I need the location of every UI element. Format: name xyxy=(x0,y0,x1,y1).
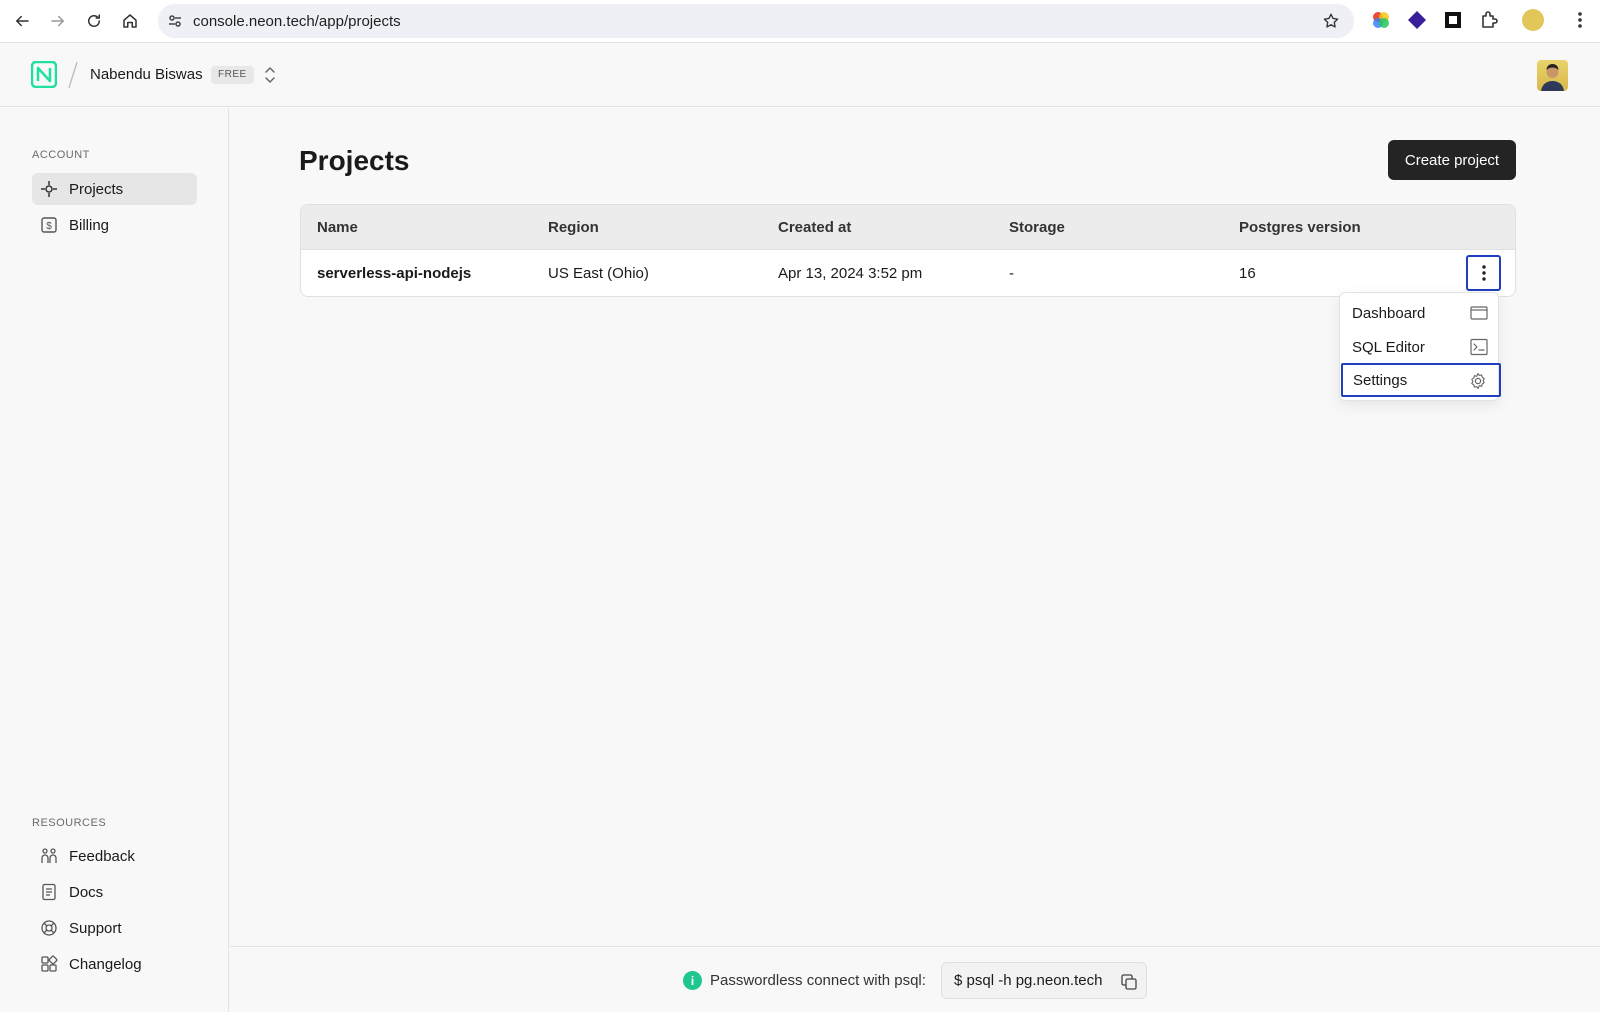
site-settings-icon[interactable] xyxy=(167,13,183,29)
user-avatar[interactable] xyxy=(1537,60,1568,91)
project-storage: - xyxy=(1009,265,1014,282)
account-section-label: ACCOUNT xyxy=(32,149,90,161)
docs-icon xyxy=(40,883,58,901)
sidebar-item-projects[interactable]: Projects xyxy=(32,173,197,205)
bookmark-star-icon[interactable] xyxy=(1322,12,1340,30)
browser-toolbar: console.neon.tech/app/projects xyxy=(0,0,1600,43)
plan-badge: FREE xyxy=(211,66,254,84)
breadcrumb-divider xyxy=(68,61,78,89)
project-postgres-version: 16 xyxy=(1239,265,1256,282)
row-actions-button[interactable] xyxy=(1466,255,1501,291)
reload-icon xyxy=(88,14,100,27)
org-switcher-chevron-icon[interactable] xyxy=(263,65,277,85)
menu-item-label: SQL Editor xyxy=(1352,338,1425,356)
dashboard-icon xyxy=(1470,306,1488,320)
psql-command-box[interactable]: $ psql -h pg.neon.tech xyxy=(941,962,1147,999)
menu-item-dashboard[interactable]: Dashboard xyxy=(1340,296,1500,330)
arrow-left-icon xyxy=(16,15,29,27)
feedback-icon xyxy=(40,847,58,865)
column-header-name[interactable]: Name xyxy=(317,219,358,236)
column-header-storage[interactable]: Storage xyxy=(1009,219,1065,236)
projects-table: Name Region Created at Storage Postgres … xyxy=(300,204,1516,297)
column-header-region[interactable]: Region xyxy=(548,219,599,236)
frame-extension-icon[interactable] xyxy=(1443,10,1463,30)
billing-icon: $ xyxy=(40,216,58,234)
psql-command[interactable]: $ psql -h pg.neon.tech xyxy=(954,972,1102,989)
diamond-extension-icon[interactable] xyxy=(1407,10,1427,30)
extensions-puzzle-icon[interactable] xyxy=(1479,10,1499,30)
footer-connect-text: Passwordless connect with psql: xyxy=(710,972,926,989)
reload-button[interactable] xyxy=(82,9,106,33)
project-region: US East (Ohio) xyxy=(548,265,649,282)
project-name[interactable]: serverless-api-nodejs xyxy=(317,265,471,282)
forward-button[interactable] xyxy=(46,9,70,33)
resources-section-label: RESOURCES xyxy=(32,817,107,829)
sidebar-item-label: Docs xyxy=(69,883,104,901)
copy-icon[interactable] xyxy=(1120,973,1138,991)
app-header: Nabendu Biswas FREE xyxy=(0,43,1600,107)
url-text[interactable]: console.neon.tech/app/projects xyxy=(193,13,401,30)
column-header-postgres-version[interactable]: Postgres version xyxy=(1239,219,1361,236)
sidebar-item-label: Changelog xyxy=(69,955,142,973)
sidebar-item-feedback[interactable]: Feedback xyxy=(32,840,197,872)
create-project-button[interactable]: Create project xyxy=(1388,140,1516,180)
table-header: Name Region Created at Storage Postgres … xyxy=(301,205,1515,250)
sidebar-item-label: Support xyxy=(69,919,122,937)
menu-item-label: Dashboard xyxy=(1352,304,1426,322)
browser-menu-icon[interactable] xyxy=(1570,10,1590,30)
svg-text:$: $ xyxy=(46,221,52,232)
row-actions-menu: Dashboard SQL Editor Settings xyxy=(1339,292,1501,401)
page-title: Projects xyxy=(299,145,410,176)
project-created-at: Apr 13, 2024 3:52 pm xyxy=(778,265,923,282)
more-vertical-icon xyxy=(1481,265,1486,281)
sidebar-item-changelog[interactable]: Changelog xyxy=(32,948,197,980)
menu-item-settings[interactable]: Settings xyxy=(1341,363,1501,397)
color-extension-icon[interactable] xyxy=(1371,10,1391,30)
org-name[interactable]: Nabendu Biswas xyxy=(90,66,203,83)
sidebar-item-label: Projects xyxy=(69,180,124,198)
sidebar-item-label: Billing xyxy=(69,216,110,234)
gear-icon xyxy=(1471,372,1485,390)
projects-icon xyxy=(40,180,58,198)
address-bar[interactable]: console.neon.tech/app/projects xyxy=(158,4,1354,38)
support-icon xyxy=(40,919,58,937)
arrow-right-icon xyxy=(51,15,64,27)
menu-item-sql-editor[interactable]: SQL Editor xyxy=(1340,330,1500,364)
sidebar-item-label: Feedback xyxy=(69,847,135,865)
footer-bar: i Passwordless connect with psql: $ psql… xyxy=(230,946,1600,1012)
neon-logo-icon[interactable] xyxy=(31,61,57,88)
sidebar: ACCOUNT Projects $ Billing RESOURCES Fee… xyxy=(0,108,229,1012)
sidebar-item-docs[interactable]: Docs xyxy=(32,876,197,908)
column-header-created-at[interactable]: Created at xyxy=(778,219,851,236)
back-button[interactable] xyxy=(10,9,34,33)
info-icon: i xyxy=(683,971,702,990)
home-icon xyxy=(123,14,137,28)
menu-item-label: Settings xyxy=(1353,371,1408,389)
sidebar-item-support[interactable]: Support xyxy=(32,912,197,944)
terminal-icon xyxy=(1470,338,1488,356)
changelog-icon xyxy=(40,955,58,973)
home-button[interactable] xyxy=(118,9,142,33)
browser-profile-avatar[interactable] xyxy=(1522,9,1544,31)
sidebar-item-billing[interactable]: $ Billing xyxy=(32,209,197,241)
user-avatar-portrait xyxy=(1541,64,1564,91)
